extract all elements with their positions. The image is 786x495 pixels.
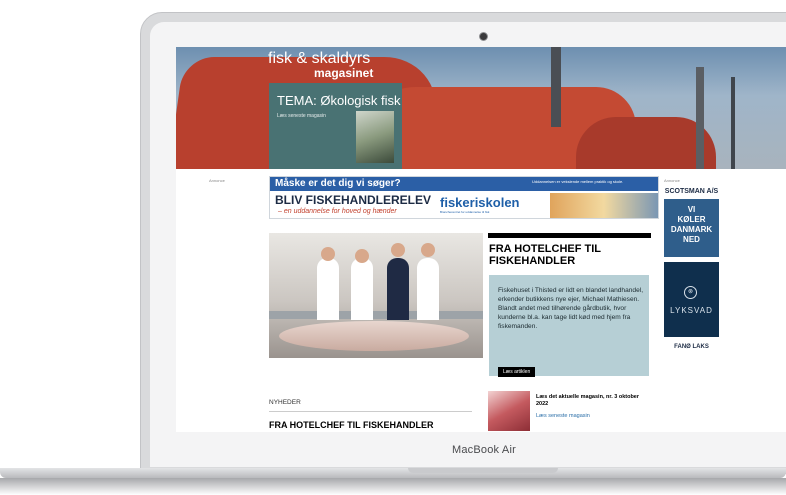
banner-fish-image bbox=[550, 193, 658, 218]
photo-table bbox=[269, 311, 483, 319]
hero-banner: fisk & skaldyrs magasinet TEMA: Økologis… bbox=[176, 47, 786, 169]
article-title[interactable]: FRA HOTELCHEF TIL FISKEHANDLER bbox=[489, 243, 649, 267]
tema-box[interactable]: TEMA: Økologisk fisk Læs seneste magasin bbox=[269, 83, 402, 169]
page-content: Annonce Annonce Måske er det dig vi søge… bbox=[176, 169, 786, 432]
ad-koler-line: DANMARK bbox=[670, 225, 713, 234]
hero-pole bbox=[551, 47, 561, 127]
ad-fanoe-laks[interactable]: FANØ LAKS bbox=[664, 341, 719, 353]
news-label: NYHEDER bbox=[269, 399, 301, 406]
magazine-link[interactable]: Læs seneste magasin bbox=[536, 413, 590, 419]
article-bar bbox=[488, 233, 651, 238]
hero-tarp bbox=[576, 117, 716, 169]
photo-person bbox=[351, 258, 373, 320]
banner-question: Måske er det dig vi søger? bbox=[275, 178, 401, 189]
hero-pole bbox=[696, 67, 704, 169]
ad-label: Annonce bbox=[664, 178, 680, 183]
site-logo-line2: magasinet bbox=[314, 66, 374, 80]
laptop-shadow bbox=[0, 478, 786, 495]
camera-icon bbox=[479, 32, 488, 41]
photo-head bbox=[355, 249, 369, 263]
hero-mast bbox=[731, 77, 735, 169]
site-logo[interactable]: fisk & skaldyrs magasinet bbox=[268, 51, 373, 81]
article-teaser-text: Fiskehuset i Thisted er lidt en blandet … bbox=[498, 287, 644, 330]
photo-person bbox=[317, 258, 339, 320]
photo-person bbox=[417, 258, 439, 320]
fiskeriskolen-banner-ad[interactable]: Måske er det dig vi søger? Uddannelsen e… bbox=[269, 176, 659, 219]
ad-koler-line: KØLER bbox=[677, 215, 706, 224]
banner-brand: fiskeriskolen bbox=[440, 195, 520, 210]
photo-person bbox=[387, 258, 409, 320]
tema-magazine-cover[interactable] bbox=[356, 111, 394, 163]
site-logo-line1: fisk & skaldyrs bbox=[268, 50, 371, 67]
featured-article: FRA HOTELCHEF TIL FISKEHANDLER Fiskehuse… bbox=[488, 233, 651, 377]
ad-koler-line: VI bbox=[687, 205, 696, 214]
article-photo[interactable] bbox=[269, 233, 483, 358]
lyksvad-logo-icon: ⊗ bbox=[684, 286, 697, 299]
tema-link[interactable]: Læs seneste magasin bbox=[277, 113, 326, 119]
browser-screen: fisk & skaldyrs magasinet TEMA: Økologis… bbox=[176, 47, 786, 432]
photo-head bbox=[391, 243, 405, 257]
banner-script: – en uddannelse for hoved og hænder bbox=[278, 208, 397, 215]
ad-koler-line: NED bbox=[683, 235, 700, 244]
photo-head bbox=[321, 247, 335, 261]
magazine-cover[interactable] bbox=[488, 391, 530, 431]
banner-note: Uddannelsen er vekslende mellem praktik … bbox=[532, 179, 624, 184]
photo-head bbox=[421, 243, 435, 257]
article-teaser-box: Fiskehuset i Thisted er lidt en blandet … bbox=[489, 275, 649, 377]
current-magazine: Læs det aktuelle magasin, nr. 3 oktober … bbox=[488, 391, 651, 431]
photo-fish bbox=[279, 321, 469, 351]
banner-headline: BLIV FISKEHANDLERELEV bbox=[275, 193, 432, 207]
ad-scotsman[interactable]: SCOTSMAN A/S bbox=[664, 186, 719, 198]
ad-label: Annonce bbox=[209, 178, 225, 183]
read-article-button[interactable]: Læs artiklen bbox=[498, 367, 536, 377]
laptop-notch bbox=[408, 468, 558, 473]
ad-lyksvad-name: LYKSVAD bbox=[670, 306, 713, 315]
ad-koler[interactable]: VI KØLER DANMARK NED bbox=[664, 199, 719, 257]
tema-title: TEMA: Økologisk fisk bbox=[277, 93, 401, 108]
news-divider bbox=[269, 411, 472, 412]
banner-brand-sub: Branchecentret for uddannelse til fisk bbox=[440, 210, 490, 214]
device-brand: MacBook Air bbox=[452, 444, 516, 456]
laptop-base bbox=[0, 468, 786, 478]
magazine-title: Læs det aktuelle magasin, nr. 3 oktober … bbox=[536, 394, 640, 407]
news-headline[interactable]: FRA HOTELCHEF TIL FISKEHANDLER bbox=[269, 420, 434, 430]
ad-lyksvad[interactable]: ⊗ LYKSVAD bbox=[664, 262, 719, 337]
